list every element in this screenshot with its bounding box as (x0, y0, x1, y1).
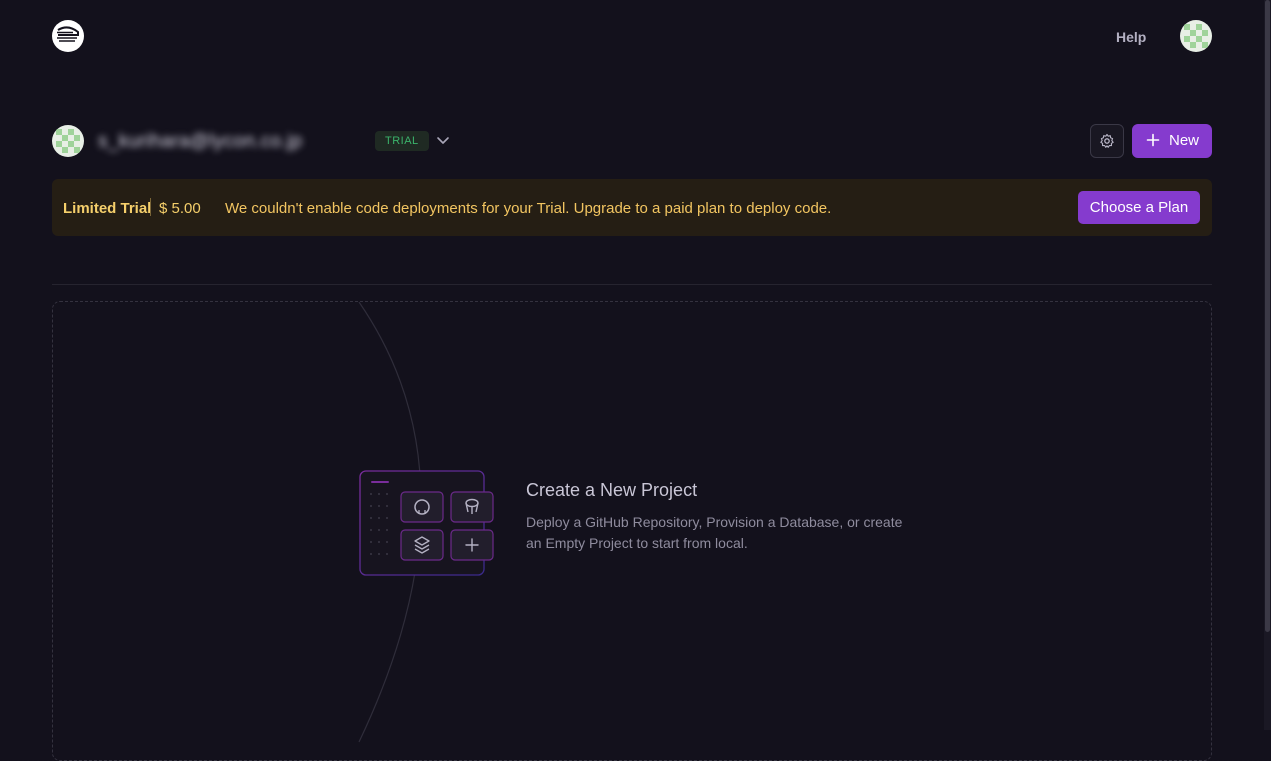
new-button-label: New (1169, 132, 1200, 149)
plan-badge: TRIAL (375, 131, 429, 151)
create-project-card[interactable]: Create a New Project Deploy a GitHub Rep… (52, 301, 1212, 761)
team-avatar[interactable] (52, 125, 84, 157)
new-project-button[interactable]: New (1132, 124, 1212, 158)
help-link[interactable]: Help (1116, 29, 1146, 45)
trial-banner: Limited Trial $ 5.00 We couldn't enable … (52, 179, 1212, 236)
section-divider (52, 284, 1212, 285)
trial-title: Limited Trial (63, 200, 152, 217)
plus-icon (1146, 133, 1160, 147)
trial-credit: $ 5.00 (159, 200, 201, 217)
trial-message: We couldn't enable code deployments for … (225, 200, 832, 217)
team-header: s_kurihara@lycon.co.jp TRIAL New (52, 124, 1212, 158)
divider (150, 198, 151, 216)
project-illustration (359, 470, 494, 576)
chevron-down-icon[interactable] (435, 132, 451, 148)
empty-state-title: Create a New Project (526, 480, 698, 500)
empty-state-description: Deploy a GitHub Repository, Provision a … (526, 514, 903, 551)
logo-icon[interactable] (52, 20, 84, 52)
top-navbar: Help (0, 0, 1271, 74)
team-name[interactable]: s_kurihara@lycon.co.jp (98, 131, 302, 153)
gear-icon (1100, 133, 1114, 148)
settings-button[interactable] (1090, 124, 1124, 158)
stack-icon (400, 529, 444, 561)
choose-plan-button[interactable]: Choose a Plan (1078, 191, 1200, 224)
github-icon (400, 491, 444, 523)
user-avatar[interactable] (1180, 20, 1212, 52)
scrollbar-thumb[interactable] (1265, 0, 1270, 632)
database-icon (450, 491, 494, 523)
plus-icon (450, 529, 494, 561)
